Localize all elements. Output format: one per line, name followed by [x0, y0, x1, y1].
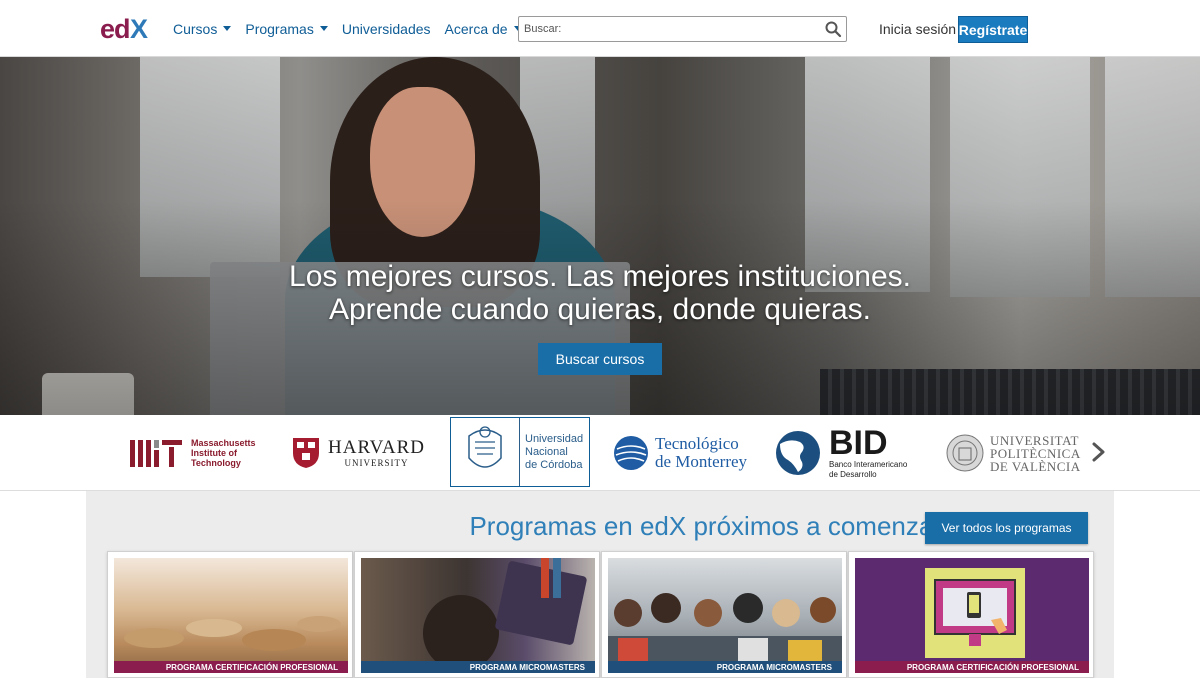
group-meeting-image [608, 593, 842, 673]
hero-banner: Los mejores cursos. Las mejores instituc… [0, 57, 1200, 415]
hero-title-line2: Aprende cuando quieras, donde quieras. [328, 293, 872, 326]
main-nav: Cursos Programas Universidades Acerca de [173, 0, 522, 57]
program-thumbnail [114, 558, 348, 673]
programs-title: Programas en edX próximos a comenzar [469, 511, 942, 541]
site-header: ed X Cursos Programas Universidades Acer… [0, 0, 1200, 57]
partner-mit-line2: Institute of [191, 448, 237, 458]
harvard-shield-icon [293, 438, 319, 468]
edx-logo[interactable]: ed X [100, 13, 156, 43]
coins-image [124, 616, 341, 651]
laptop-image [423, 558, 587, 671]
partner-monterrey[interactable]: Tecnológico de Monterrey [613, 415, 747, 491]
partner-bid-line1: BID [829, 424, 888, 462]
nav-programas-label: Programas [245, 20, 314, 37]
nav-acerca-de[interactable]: Acerca de [445, 21, 522, 37]
cordoba-seal-icon [468, 426, 502, 468]
nav-cursos[interactable]: Cursos [173, 20, 232, 37]
monterrey-globe-icon [614, 436, 648, 470]
caret-down-icon [319, 26, 328, 31]
partner-harvard-line2: UNIVERSITY [344, 458, 409, 468]
program-tag: PROGRAMA MICROMASTERS [608, 661, 842, 673]
partner-upv[interactable]: UNIVERSITAT POLITÈCNICA DE VALÈNCIA [946, 415, 1081, 491]
program-thumbnail [361, 558, 595, 673]
nav-acerca-de-label: Acerca de [444, 20, 508, 37]
program-card[interactable]: PROGRAMA MICROMASTERS [354, 551, 600, 678]
signin-link[interactable]: Inicia sesión [879, 21, 956, 37]
partner-cordoba-line1: Universidad [525, 432, 584, 445]
program-thumbnail [608, 558, 842, 673]
partner-monterrey-line2: de Monterrey [655, 452, 748, 471]
hero-title-line1: Los mejores cursos. Las mejores instituc… [289, 260, 911, 293]
program-tag: PROGRAMA CERTIFICACIÓN PROFESIONAL [855, 661, 1089, 673]
partners-carousel: Massachusetts Institute of Technology HA… [0, 415, 1200, 491]
partner-cordoba-line2: Nacional [525, 445, 568, 458]
partner-mit-line3: Technology [191, 458, 241, 468]
upv-seal-icon [946, 434, 984, 472]
nav-cursos-label: Cursos [173, 20, 218, 37]
monitor-illustration [925, 568, 1025, 658]
caret-down-icon [223, 26, 232, 31]
partner-upv-line2: POLITÈCNICA [990, 445, 1081, 461]
partner-monterrey-line1: Tecnológico [655, 434, 739, 453]
nav-programas[interactable]: Programas [245, 20, 328, 37]
partner-mit-line1: Massachusetts [191, 438, 256, 448]
hero-title: Los mejores cursos. Las mejores instituc… [0, 260, 1200, 326]
view-all-programs-button[interactable]: Ver todos los programas [925, 512, 1088, 544]
partner-upv-line3: DE VALÈNCIA [990, 458, 1081, 474]
nav-universidades-label: Universidades [341, 20, 431, 37]
search-courses-button[interactable]: Buscar cursos [538, 343, 662, 375]
mit-logo-icon [130, 440, 182, 467]
svg-text:ed: ed [100, 14, 130, 43]
search-box [518, 16, 847, 42]
partner-cordoba-line3: de Córdoba [525, 458, 583, 471]
partner-bid[interactable]: BID Banco Interamericano de Desarrollo [772, 415, 907, 491]
partner-mit[interactable]: Massachusetts Institute of Technology [130, 415, 256, 491]
svg-text:X: X [130, 14, 148, 43]
chevron-right-icon[interactable] [1091, 441, 1107, 463]
program-card[interactable]: PROGRAMA MICROMASTERS [601, 551, 847, 678]
program-thumbnail [855, 558, 1089, 673]
partner-bid-line2: Banco Interamericano [829, 460, 908, 469]
partner-harvard[interactable]: HARVARD UNIVERSITY [292, 415, 425, 491]
search-icon[interactable] [824, 20, 842, 38]
search-input[interactable] [519, 17, 819, 41]
register-button[interactable]: Regístrate [958, 16, 1028, 43]
partner-upv-line1: UNIVERSITAT [990, 432, 1079, 448]
bid-globe-icon [776, 431, 820, 475]
cordoba-divider [519, 418, 520, 486]
program-tag: PROGRAMA MICROMASTERS [361, 661, 595, 673]
partner-harvard-line1: HARVARD [328, 437, 425, 458]
nav-universidades[interactable]: Universidades [342, 21, 431, 37]
partner-cordoba[interactable]: Universidad Nacional de Córdoba [450, 417, 590, 487]
program-card[interactable]: PROGRAMA CERTIFICACIÓN PROFESIONAL [107, 551, 353, 678]
program-tag: PROGRAMA CERTIFICACIÓN PROFESIONAL [114, 661, 348, 673]
program-card[interactable]: PROGRAMA CERTIFICACIÓN PROFESIONAL [848, 551, 1094, 678]
partner-bid-line3: de Desarrollo [829, 470, 877, 479]
programs-section: Programas en edX próximos a comenzar Ver… [86, 491, 1114, 678]
